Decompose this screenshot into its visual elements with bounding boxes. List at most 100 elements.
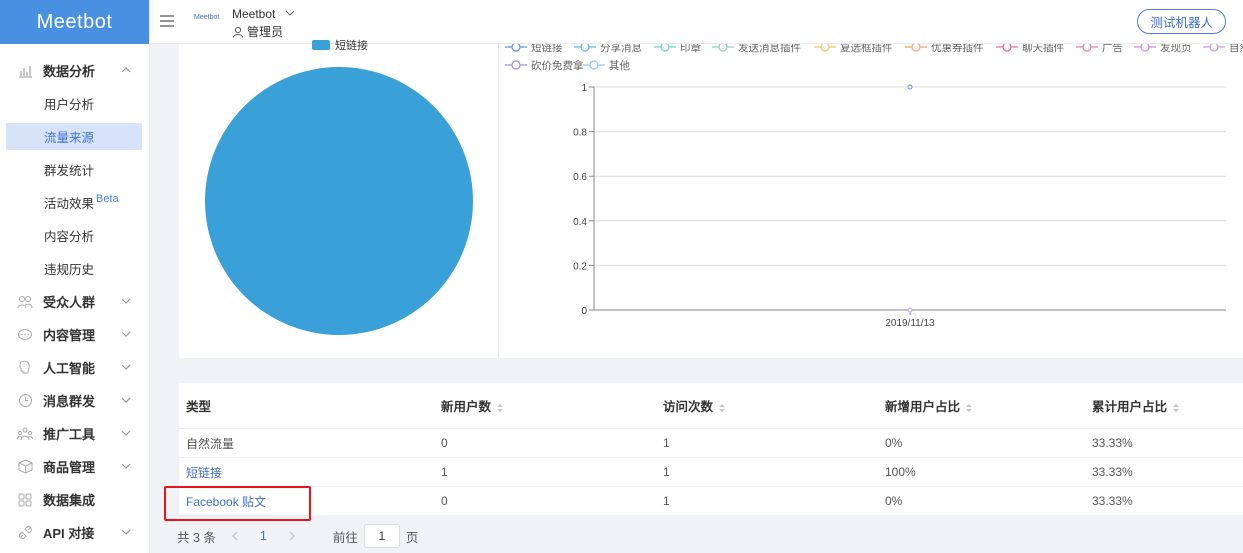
traffic-source-table: 类型 新用户数 访问次数 新增用户占比 累计用户占比 自然流量 0 1 0% 3… — [179, 383, 1243, 516]
sort-icon[interactable] — [718, 403, 726, 413]
sort-icon[interactable] — [1172, 403, 1180, 413]
legend-marker — [1082, 42, 1092, 52]
legend-label: 优惠券插件 — [931, 44, 984, 54]
legend-marker — [1209, 42, 1219, 52]
legend-marker — [660, 42, 670, 52]
goto-page-input[interactable]: 1 — [363, 524, 400, 548]
sidebar-group-audience[interactable]: 受众人群 — [0, 285, 149, 318]
users-icon — [17, 294, 33, 310]
cell-new-users: 0 — [441, 494, 448, 508]
sidebar-group-label: 数据分析 — [43, 64, 96, 79]
line-legend-item[interactable]: 印章 — [654, 41, 701, 54]
line-legend-item[interactable]: 砍价免费拿 — [505, 59, 584, 72]
grid-icon — [17, 492, 33, 508]
sort-icon[interactable] — [965, 403, 973, 413]
col-header-label: 新增用户占比 — [885, 400, 961, 414]
sidebar-group-broadcast[interactable]: 消息群发 — [0, 384, 149, 417]
col-header-label: 累计用户占比 — [1092, 400, 1168, 414]
chevron-down-icon — [121, 331, 131, 337]
cell-new-ratio: 0% — [885, 436, 903, 450]
menu-toggle-icon[interactable] — [160, 15, 174, 27]
sidebar-item-content-analysis[interactable]: 内容分析 — [0, 219, 149, 252]
role-label: 管理员 — [247, 25, 284, 39]
col-header-new-ratio[interactable]: 新增用户占比 — [879, 396, 1086, 415]
type-link-short-link[interactable]: 短链接 — [186, 466, 222, 480]
test-bot-button[interactable]: 测试机器人 — [1137, 9, 1226, 34]
sidebar-group-data-analysis[interactable]: 数据分析 — [0, 54, 149, 87]
sidebar-group-label: 内容管理 — [43, 328, 96, 343]
api-icon — [17, 525, 33, 541]
pie-chart — [205, 67, 473, 335]
sidebar-item-violation-history[interactable]: 违规历史 — [0, 252, 149, 285]
sidebar-group-api[interactable]: API 对接 — [0, 516, 149, 549]
sidebar-item-user-analysis[interactable]: 用户分析 — [0, 87, 149, 120]
highlight-box — [164, 486, 311, 521]
cell-new-ratio: 100% — [885, 465, 916, 479]
bot-name[interactable]: Meetbot — [232, 7, 275, 21]
line-legend-item[interactable]: 发送消息插件 — [712, 41, 801, 54]
y-tick-label: 0 — [581, 306, 587, 317]
cell-new-users: 0 — [441, 436, 448, 450]
legend-marker — [1140, 42, 1150, 52]
sidebar-item-broadcast-stats[interactable]: 群发统计 — [0, 153, 149, 186]
legend-swatch — [312, 40, 330, 50]
sort-icon[interactable] — [496, 403, 504, 413]
cell-visits: 1 — [663, 494, 670, 508]
legend-label: 短链接 — [531, 44, 563, 54]
line-legend-item[interactable]: 自然流量 — [1203, 41, 1243, 54]
user-icon — [233, 26, 243, 38]
pie-legend[interactable]: 短链接 — [312, 37, 368, 53]
sidebar-group-label: 数据集成 — [43, 493, 96, 508]
line-legend-item[interactable]: 短链接 — [505, 41, 563, 54]
legend-label: 发现页 — [1160, 44, 1192, 54]
table-header-row: 类型 新用户数 访问次数 新增用户占比 累计用户占比 — [179, 383, 1243, 429]
legend-label: 印章 — [680, 44, 701, 54]
y-tick-label: 0.8 — [573, 128, 587, 139]
cell-type: 短链接 — [179, 464, 435, 481]
pie-chart-area: 短链接 — [179, 40, 499, 358]
line-chart: 短链接分享消息印章发送消息插件复选框插件优惠券插件聊天插件广告发现页自然流量手砍… — [505, 41, 1243, 329]
chat-icon — [17, 327, 33, 343]
page-number[interactable]: 1 — [260, 529, 267, 543]
table-row: Facebook 贴文 0 1 0% 33.33% — [179, 487, 1243, 516]
line-legend-item[interactable]: 聊天插件 — [996, 41, 1064, 54]
sidebar-group-products[interactable]: 商品管理 — [0, 450, 149, 483]
sidebar-group-content[interactable]: 内容管理 — [0, 318, 149, 351]
line-legend-item[interactable]: 分享消息 — [574, 41, 642, 54]
sidebar-group-ai[interactable]: 人工智能 — [0, 351, 149, 384]
y-tick-label: 0.4 — [573, 217, 587, 228]
sidebar-item-traffic-source[interactable]: 流量来源 — [6, 123, 142, 150]
table-row: 自然流量 0 1 0% 33.33% — [179, 429, 1243, 458]
line-legend-item[interactable]: 复选框插件 — [814, 41, 893, 54]
promo-icon — [17, 426, 33, 442]
box-icon — [17, 459, 33, 475]
legend-label: 发送消息插件 — [738, 44, 801, 54]
cell-total-ratio: 33.33% — [1092, 465, 1133, 479]
user-role: 管理员 — [232, 23, 283, 40]
col-header-total-ratio[interactable]: 累计用户占比 — [1086, 396, 1236, 415]
line-legend-item[interactable]: 广告 — [1076, 41, 1123, 54]
col-header-type: 类型 — [186, 400, 212, 414]
line-legend-item[interactable]: 其他 — [583, 59, 630, 72]
chevron-down-icon[interactable] — [285, 9, 295, 17]
line-legend-item[interactable]: 发现页 — [1134, 41, 1192, 54]
legend-label: 自然流量 — [1229, 44, 1243, 54]
sidebar-item-campaign-effect[interactable]: 活动效果 Beta — [0, 186, 149, 219]
sidebar-group-data-integration[interactable]: 数据集成 — [0, 483, 149, 516]
line-legend-item[interactable]: 优惠券插件 — [905, 41, 984, 54]
app-logo[interactable]: Meetbot — [0, 0, 149, 44]
col-header-new-users[interactable]: 新用户数 — [435, 396, 657, 415]
legend-label: 分享消息 — [600, 44, 642, 54]
cell-type: 自然流量 — [186, 436, 235, 451]
chevron-down-icon — [121, 463, 131, 469]
legend-marker — [511, 60, 521, 70]
next-page-icon[interactable] — [285, 529, 299, 543]
prev-page-icon[interactable] — [228, 529, 242, 543]
legend-marker — [820, 42, 830, 52]
legend-marker — [589, 60, 599, 70]
sidebar-group-promo[interactable]: 推广工具 — [0, 417, 149, 450]
col-header-visits[interactable]: 访问次数 — [657, 396, 879, 415]
pie-legend-label: 短链接 — [335, 40, 368, 52]
beta-badge: Beta — [96, 192, 119, 205]
sidebar-menu: 数据分析 用户分析 流量来源 群发统计 活动效果 Beta 内容分析 违规历史 受… — [0, 44, 149, 549]
